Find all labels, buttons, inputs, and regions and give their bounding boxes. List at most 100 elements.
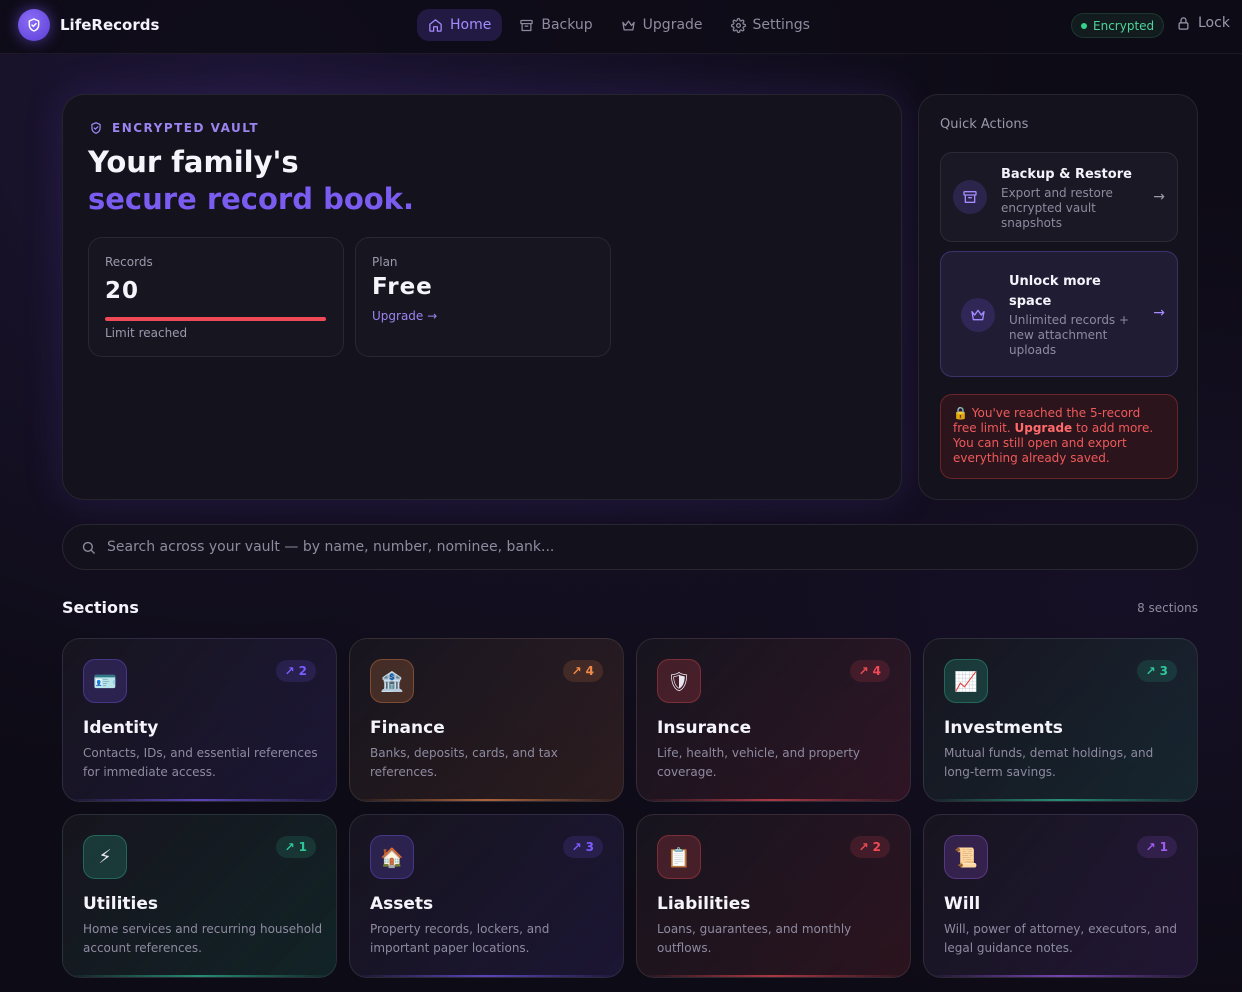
hero-title-accent: secure record book.: [88, 182, 414, 216]
sections-title: Sections: [62, 598, 139, 617]
records-usage-fill: [105, 317, 326, 321]
bank-icon: 🏦: [370, 659, 414, 703]
section-title: Insurance: [657, 718, 752, 738]
record-count: 1: [1159, 840, 1168, 854]
nav-backup[interactable]: Backup: [508, 9, 603, 41]
nav-upgrade[interactable]: Upgrade: [610, 9, 714, 41]
section-title: Investments: [944, 718, 1063, 738]
records-usage-bar: [105, 317, 326, 321]
record-count-badge: ↗ 2: [849, 836, 890, 858]
section-accent-line: [350, 799, 623, 801]
trend-up-icon: ↗: [571, 664, 582, 678]
trend-up-icon: ↗: [1145, 664, 1156, 678]
hero-title: Your family's: [88, 145, 299, 179]
record-count-badge: ↗ 2: [275, 660, 316, 682]
shield-logo-icon: [18, 9, 50, 41]
section-description: Home services and recurring household ac…: [83, 922, 323, 955]
bolt-icon: ⚡: [83, 835, 127, 879]
record-count-badge: ↗ 3: [1136, 660, 1177, 682]
nav-backup-label: Backup: [541, 17, 593, 33]
section-title: Assets: [370, 894, 434, 914]
record-count-badge: ↗ 1: [1136, 836, 1177, 858]
section-description: Will, power of attorney, executors, and …: [944, 922, 1177, 955]
gear-icon: [730, 17, 746, 33]
unlock-space-desc: Unlimited records + new attachment uploa…: [1009, 313, 1130, 357]
id-card-icon: 🪪: [83, 659, 127, 703]
record-count-badge: ↗ 3: [562, 836, 603, 858]
section-card-investments[interactable]: 📈 ↗ 3 Investments Mutual funds, demat ho…: [923, 638, 1198, 802]
app-name: LifeRecords: [60, 16, 160, 34]
nav-home-label: Home: [450, 17, 492, 33]
archive-icon: [953, 180, 987, 214]
plan-stat-card: Plan Free Upgrade →: [355, 237, 611, 357]
section-title: Liabilities: [657, 894, 751, 914]
record-count: 4: [872, 664, 881, 678]
quick-actions-title: Quick Actions: [940, 117, 1029, 132]
plan-value: Free: [372, 274, 433, 300]
record-count: 3: [1159, 664, 1168, 678]
record-count-badge: ↗ 1: [275, 836, 316, 858]
arrow-right-icon: →: [1153, 189, 1165, 205]
unlock-space-title: Unlock more space: [1009, 274, 1101, 309]
record-count: 4: [585, 664, 594, 678]
plan-upgrade-link[interactable]: Upgrade →: [372, 309, 437, 323]
clipboard-icon: 📋: [657, 835, 701, 879]
search-input[interactable]: [107, 525, 1177, 569]
section-description: Life, health, vehicle, and property cove…: [657, 746, 860, 779]
backup-restore-desc: Export and restore encrypted vault snaps…: [1001, 186, 1113, 230]
crown-icon: [961, 298, 995, 332]
main-nav: Home Backup Upgrade Settings: [417, 9, 821, 41]
record-count: 2: [298, 664, 307, 678]
section-card-insurance[interactable]: 🛡 ↗ 4 Insurance Life, health, vehicle, a…: [636, 638, 911, 802]
lock-label: Lock: [1198, 15, 1230, 31]
section-card-assets[interactable]: 🏠 ↗ 3 Assets Property records, lockers, …: [349, 814, 624, 978]
crown-icon: [621, 20, 635, 30]
records-stat-card: Records 20 Limit reached: [88, 237, 344, 357]
section-title: Utilities: [83, 894, 159, 914]
trend-up-icon: ↗: [571, 840, 582, 854]
section-card-utilities[interactable]: ⚡ ↗ 1 Utilities Home services and recurr…: [62, 814, 337, 978]
section-card-identity[interactable]: 🪪 ↗ 2 Identity Contacts, IDs, and essent…: [62, 638, 337, 802]
scroll-icon: 📜: [944, 835, 988, 879]
section-description: Property records, lockers, and important…: [370, 922, 550, 955]
section-card-finance[interactable]: 🏦 ↗ 4 Finance Banks, deposits, cards, an…: [349, 638, 624, 802]
warning-upgrade-link[interactable]: Upgrade: [1015, 421, 1073, 435]
trend-up-icon: ↗: [858, 840, 869, 854]
status-dot-icon: [1081, 22, 1087, 29]
archive-icon: [520, 19, 534, 31]
nav-home[interactable]: Home: [417, 9, 503, 41]
records-value: 20: [105, 278, 140, 304]
encrypted-status-badge: Encrypted: [1071, 13, 1165, 38]
home-icon: [429, 18, 442, 32]
record-count-badge: ↗ 4: [849, 660, 890, 682]
section-title: Finance: [370, 718, 445, 738]
nav-settings[interactable]: Settings: [720, 9, 821, 41]
plan-label: Plan: [372, 255, 398, 269]
hero-panel: ENCRYPTED VAULT Your family's secure rec…: [62, 94, 902, 500]
section-card-liabilities[interactable]: 📋 ↗ 2 Liabilities Loans, guarantees, and…: [636, 814, 911, 978]
trend-up-icon: ↗: [284, 664, 295, 678]
record-count: 1: [298, 840, 307, 854]
section-card-will[interactable]: 📜 ↗ 1 Will Will, power of attorney, exec…: [923, 814, 1198, 978]
free-limit-warning: 🔒 You've reached the 5-record free limit…: [940, 394, 1178, 479]
records-label: Records: [105, 255, 153, 269]
search-icon: [82, 541, 95, 554]
record-count: 3: [585, 840, 594, 854]
section-accent-line: [637, 975, 910, 977]
shield-icon: 🛡: [657, 659, 701, 703]
section-description: Mutual funds, demat holdings, and long-t…: [944, 746, 1154, 779]
unlock-space-action[interactable]: Unlock more space Unlimited records + ne…: [940, 251, 1178, 377]
backup-restore-action[interactable]: Backup & Restore Export and restore encr…: [940, 152, 1178, 242]
section-accent-line: [63, 799, 336, 801]
section-accent-line: [637, 799, 910, 801]
sections-count: 8 sections: [1137, 601, 1198, 615]
hero-eyebrow-text: ENCRYPTED VAULT: [112, 121, 260, 135]
section-title: Identity: [83, 718, 159, 738]
section-description: Loans, guarantees, and monthly outflows.: [657, 922, 852, 955]
nav-upgrade-label: Upgrade: [642, 17, 703, 33]
lock-button[interactable]: Lock: [1176, 15, 1230, 31]
brand[interactable]: LifeRecords: [18, 9, 159, 41]
section-description: Banks, deposits, cards, and tax referenc…: [370, 746, 558, 779]
section-accent-line: [350, 975, 623, 977]
trend-up-icon: ↗: [858, 664, 869, 678]
